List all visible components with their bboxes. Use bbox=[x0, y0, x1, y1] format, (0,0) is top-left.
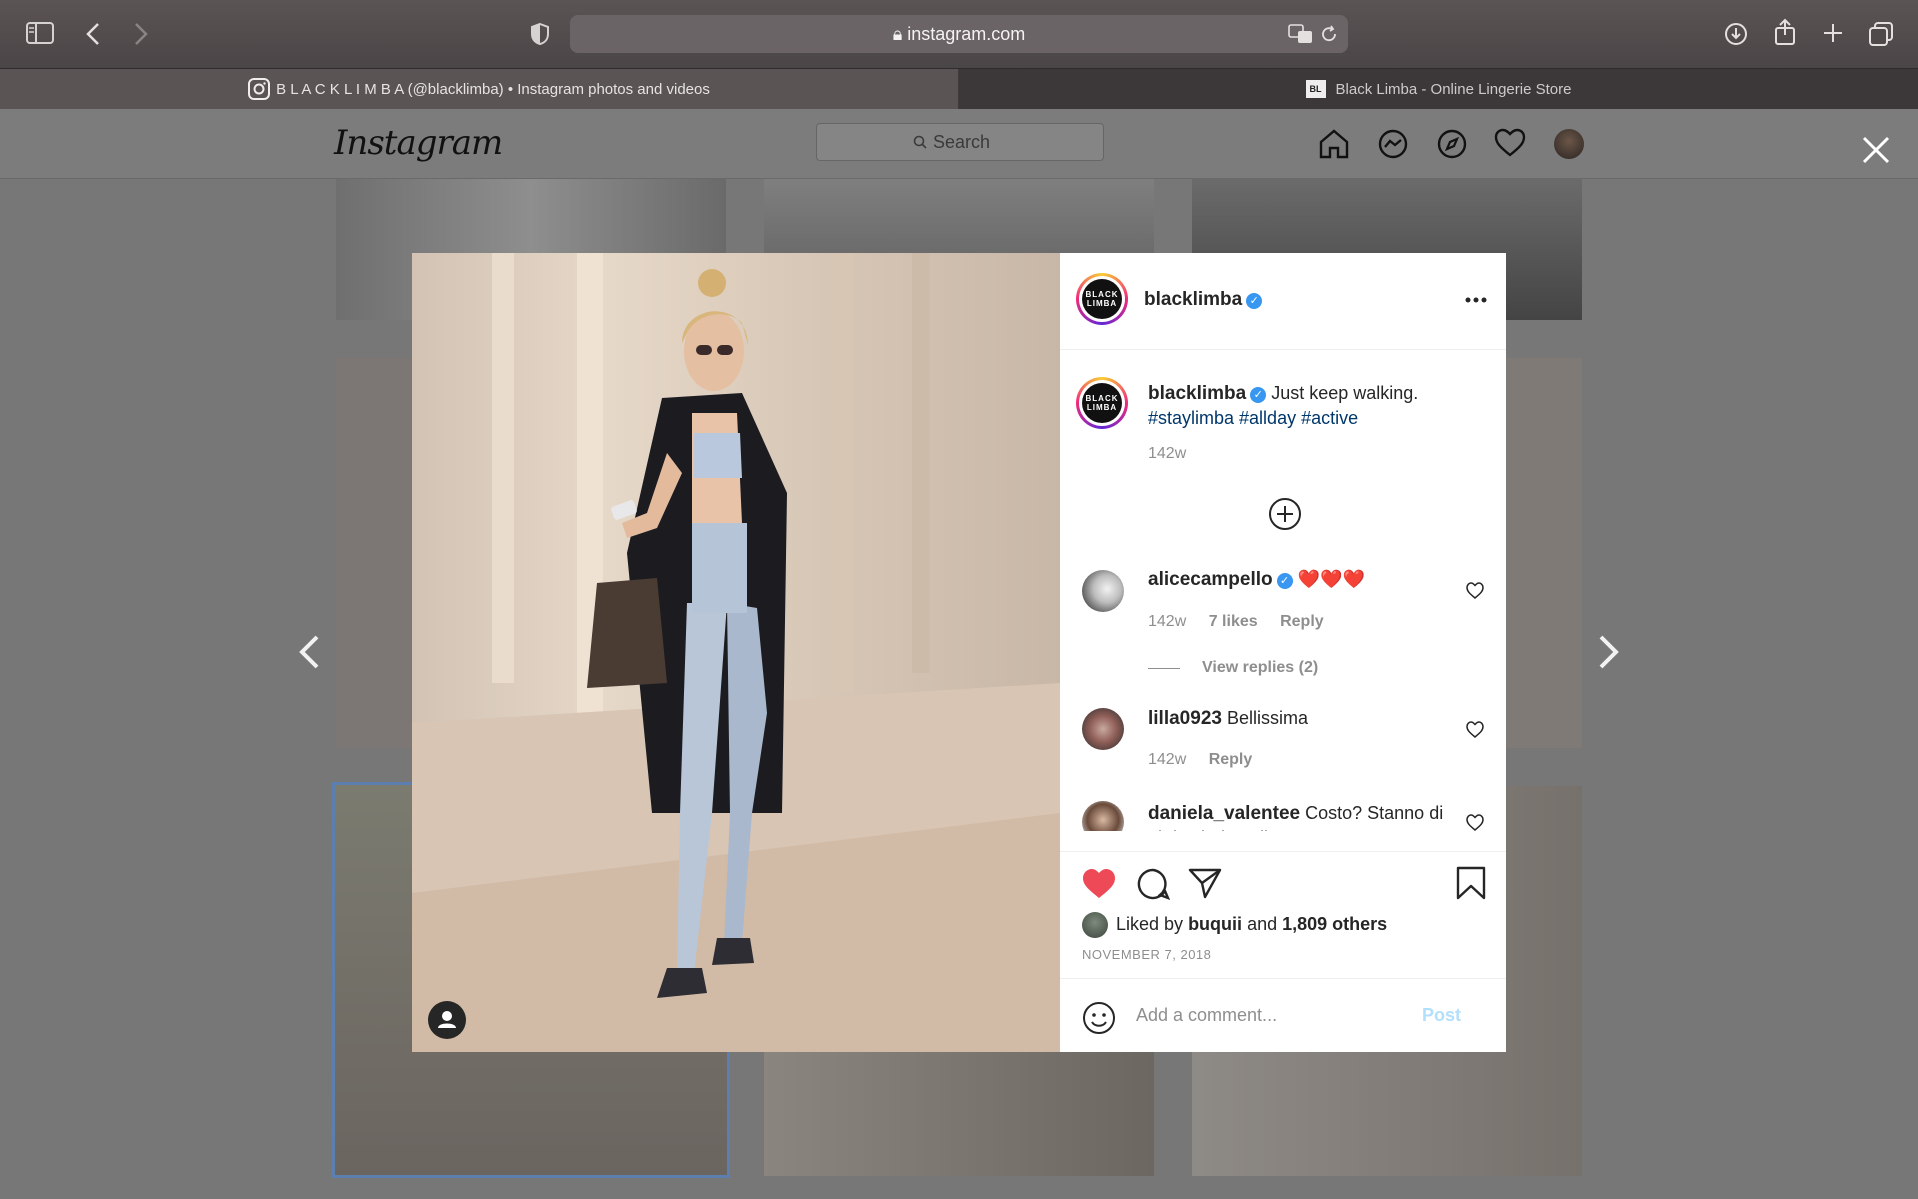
url-text: instagram.com bbox=[907, 24, 1026, 44]
tab-title: B L A C K L I M B A (@blacklimba) • Inst… bbox=[276, 80, 710, 98]
emoji-icon[interactable] bbox=[1082, 1001, 1116, 1035]
messenger-icon[interactable] bbox=[1377, 128, 1409, 160]
liked-by-user[interactable]: buquii bbox=[1188, 914, 1242, 934]
post-modal: BLACK LIMBA blacklimba ✓ BLACK LIMBA blac… bbox=[412, 253, 1506, 1052]
comment-timestamp: 142w bbox=[1148, 613, 1187, 630]
comment-like-heart-icon[interactable] bbox=[1466, 814, 1484, 831]
add-comment-input[interactable]: Add a comment... bbox=[1136, 1005, 1396, 1026]
comment-avatar[interactable] bbox=[1082, 570, 1124, 612]
header-divider bbox=[1060, 349, 1506, 350]
next-post-icon[interactable] bbox=[1598, 634, 1620, 670]
comment-timestamp: 142w bbox=[1148, 751, 1187, 768]
comment-item: daniela_valentee Costo? Stanno di altri … bbox=[1060, 793, 1506, 831]
author-avatar[interactable]: BLACK LIMBA bbox=[1076, 273, 1128, 325]
verified-badge-icon: ✓ bbox=[1276, 573, 1293, 589]
share-direct-icon[interactable] bbox=[1188, 867, 1222, 899]
tab-bar: B L A C K L I M B A (@blacklimba) • Inst… bbox=[0, 68, 1918, 110]
verified-badge-icon: ✓ bbox=[1246, 293, 1263, 309]
like-heart-icon[interactable] bbox=[1082, 868, 1116, 900]
comment-username[interactable]: alicecampello bbox=[1148, 569, 1273, 590]
comment-username[interactable]: daniela_valentee bbox=[1148, 803, 1300, 824]
address-bar[interactable]: 🔒︎ instagram.com bbox=[570, 15, 1348, 53]
instagram-favicon-icon bbox=[248, 78, 271, 100]
tab-overview-icon[interactable] bbox=[1868, 21, 1894, 47]
search-input[interactable]: Search bbox=[816, 123, 1104, 161]
home-icon[interactable] bbox=[1318, 128, 1350, 160]
avatar-logo-text: BLACK LIMBA bbox=[1082, 279, 1122, 319]
avatar-logo-text: BLACK LIMBA bbox=[1082, 383, 1122, 423]
comment-like-heart-icon[interactable] bbox=[1466, 582, 1484, 600]
comment-avatar[interactable] bbox=[1082, 801, 1124, 831]
activity-heart-icon[interactable] bbox=[1494, 128, 1526, 158]
url-field[interactable]: 🔒︎ instagram.com bbox=[570, 24, 1348, 45]
comment-text: ❤️❤️❤️ bbox=[1297, 569, 1365, 589]
post-date[interactable]: NOVEMBER 7, 2018 bbox=[1082, 947, 1211, 962]
tab-black-limba-store[interactable]: BL Black Limba - Online Lingerie Store bbox=[959, 69, 1918, 109]
verified-badge-icon: ✓ bbox=[1250, 387, 1267, 403]
liked-by-and: and bbox=[1247, 914, 1278, 934]
post-comment-button[interactable]: Post bbox=[1422, 1005, 1461, 1026]
privacy-shield-icon[interactable] bbox=[530, 22, 550, 46]
new-tab-icon[interactable] bbox=[1822, 22, 1844, 44]
previous-post-icon[interactable] bbox=[298, 634, 320, 670]
search-icon bbox=[913, 135, 927, 149]
woman-walking-illustration bbox=[412, 253, 1060, 1052]
view-replies-line bbox=[1148, 668, 1180, 669]
caption-timestamp: 142w bbox=[1148, 445, 1187, 462]
caption-hashtags[interactable]: #staylimba #allday #active bbox=[1148, 408, 1358, 428]
comment-avatar[interactable] bbox=[1082, 708, 1124, 750]
back-icon[interactable] bbox=[86, 22, 100, 46]
caption-author-avatar[interactable]: BLACK LIMBA bbox=[1076, 377, 1128, 429]
comment-box-divider bbox=[1060, 978, 1506, 979]
post-side-panel: BLACK LIMBA blacklimba ✓ BLACK LIMBA blac… bbox=[1060, 253, 1506, 1052]
instagram-header: Instagram Search bbox=[0, 109, 1918, 179]
comment-text: Bellissima bbox=[1226, 708, 1308, 728]
comment-reply-link[interactable]: Reply bbox=[1280, 613, 1324, 630]
comment-username[interactable]: lilla0923 bbox=[1148, 708, 1222, 729]
forward-icon[interactable] bbox=[134, 22, 148, 46]
view-replies-link[interactable]: View replies (2) bbox=[1202, 659, 1318, 677]
caption-username[interactable]: blacklimba bbox=[1148, 383, 1246, 404]
lock-icon: 🔒︎ bbox=[892, 24, 908, 44]
load-more-comments-icon[interactable] bbox=[1268, 497, 1302, 531]
tab-instagram[interactable]: B L A C K L I M B A (@blacklimba) • Inst… bbox=[0, 69, 958, 109]
author-username[interactable]: blacklimba bbox=[1144, 289, 1242, 310]
share-icon[interactable] bbox=[1774, 18, 1796, 46]
actions-divider bbox=[1060, 851, 1506, 852]
more-options-icon[interactable] bbox=[1465, 297, 1487, 303]
profile-avatar[interactable] bbox=[1554, 129, 1584, 159]
liked-by: Liked by buquii and 1,809 others bbox=[1116, 914, 1387, 935]
explore-icon[interactable] bbox=[1436, 128, 1468, 160]
sidebar-icon[interactable] bbox=[26, 22, 54, 44]
comment-reply-link[interactable]: Reply bbox=[1209, 751, 1253, 768]
close-icon[interactable] bbox=[1862, 136, 1890, 164]
post-photo[interactable] bbox=[412, 253, 1060, 1052]
downloads-icon[interactable] bbox=[1724, 22, 1748, 46]
save-bookmark-icon[interactable] bbox=[1456, 866, 1486, 900]
comment-likes[interactable]: 7 likes bbox=[1209, 613, 1258, 630]
caption-text: Just keep walking. bbox=[1271, 383, 1419, 403]
post-header: BLACK LIMBA blacklimba ✓ bbox=[1060, 253, 1506, 349]
search-placeholder: Search bbox=[933, 132, 991, 152]
comment-icon[interactable] bbox=[1136, 867, 1170, 901]
reload-icon[interactable] bbox=[1320, 25, 1338, 43]
browser-toolbar: 🔒︎ instagram.com bbox=[0, 0, 1918, 68]
translate-icon[interactable] bbox=[1288, 24, 1314, 44]
liked-by-prefix: Liked by bbox=[1116, 914, 1184, 934]
tab-title: Black Limba - Online Lingerie Store bbox=[1335, 80, 1572, 98]
liked-by-avatar[interactable] bbox=[1082, 912, 1108, 938]
tagged-user-icon[interactable] bbox=[428, 1001, 466, 1039]
comment-like-heart-icon[interactable] bbox=[1466, 721, 1484, 739]
liked-by-others[interactable]: 1,809 others bbox=[1282, 914, 1387, 934]
blacklimba-favicon-icon: BL bbox=[1305, 80, 1326, 98]
instagram-logo[interactable]: Instagram bbox=[334, 123, 503, 163]
